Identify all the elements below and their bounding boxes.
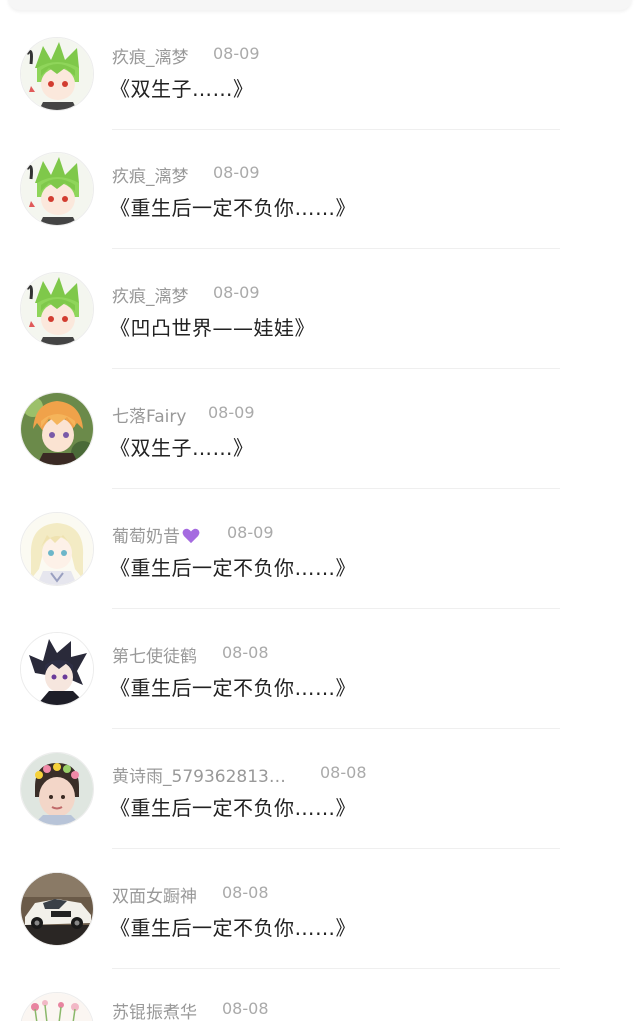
divider <box>112 728 560 729</box>
comment-username[interactable]: 七落Fairy <box>112 402 186 427</box>
comment-item[interactable]: 疚痕_漓梦 08-09 《重生后一定不负你……》 <box>0 140 640 260</box>
comment-username[interactable]: 黄诗雨_579362813… <box>112 762 286 787</box>
comment-date: 08-09 <box>213 163 260 182</box>
comment-username[interactable]: 双面女蹰神 <box>112 882 197 907</box>
comment-item[interactable]: 疚痕_漓梦 08-09 《凹凸世界——娃娃》 <box>0 260 640 380</box>
comment-text: 《重生后一定不负你……》 <box>110 556 356 580</box>
comment-text: 《重生后一定不负你……》 <box>110 916 356 940</box>
divider <box>112 488 560 489</box>
divider <box>112 848 560 849</box>
green-hair-anime-avatar[interactable] <box>20 37 94 111</box>
comment-date: 08-09 <box>208 403 255 422</box>
comment-date: 08-08 <box>222 999 269 1018</box>
flowers-avatar[interactable] <box>20 992 94 1021</box>
comment-text: 《双生子……》 <box>110 436 254 460</box>
comment-username-text: 葡萄奶昔 <box>112 527 180 547</box>
comment-username[interactable]: 第七使徒鹤 <box>112 642 197 667</box>
divider <box>112 968 560 969</box>
comment-item[interactable]: 葡萄奶昔 08-09 《重生后一定不负你……》 <box>0 500 640 620</box>
comment-username[interactable]: 苏锟振煮华 <box>112 998 197 1021</box>
divider <box>112 248 560 249</box>
race-car-avatar[interactable] <box>20 872 94 946</box>
comment-item[interactable]: 疚痕_漓梦 08-09 《双生子……》 <box>0 20 640 140</box>
dark-hair-anime-avatar[interactable] <box>20 632 94 706</box>
top-bar-panel <box>8 0 632 10</box>
comment-item[interactable]: 七落Fairy 08-09 《双生子……》 <box>0 380 640 500</box>
comment-item[interactable]: 黄诗雨_579362813… 08-08 《重生后一定不负你……》 <box>0 740 640 860</box>
green-hair-anime-avatar[interactable] <box>20 152 94 226</box>
comment-date: 08-08 <box>222 643 269 662</box>
comment-text: 《双生子……》 <box>110 77 254 101</box>
comment-item[interactable]: 双面女蹰神 08-08 《重生后一定不负你……》 <box>0 860 640 980</box>
comment-username[interactable]: 疚痕_漓梦 <box>112 43 189 68</box>
comment-date: 08-08 <box>320 763 367 782</box>
divider <box>112 129 560 130</box>
comment-username[interactable]: 疚痕_漓梦 <box>112 282 189 307</box>
blonde-anime-girl-avatar[interactable] <box>20 512 94 586</box>
top-bar <box>0 0 640 12</box>
divider <box>112 608 560 609</box>
green-hair-anime-avatar[interactable] <box>20 272 94 346</box>
comment-username[interactable]: 葡萄奶昔 <box>112 522 200 547</box>
orange-hair-anime-avatar[interactable] <box>20 392 94 466</box>
comment-date: 08-09 <box>213 283 260 302</box>
comment-text: 《重生后一定不负你……》 <box>110 796 356 820</box>
comment-item[interactable]: 第七使徒鹤 08-08 《重生后一定不负你……》 <box>0 620 640 740</box>
comment-username[interactable]: 疚痕_漓梦 <box>112 162 189 187</box>
comment-date: 08-08 <box>222 883 269 902</box>
purple-heart-icon <box>182 528 200 544</box>
child-flower-crown-avatar[interactable] <box>20 752 94 826</box>
comment-date: 08-09 <box>213 44 260 63</box>
comment-text: 《重生后一定不负你……》 <box>110 196 356 220</box>
comment-text: 《凹凸世界——娃娃》 <box>110 316 315 340</box>
comment-item[interactable]: 苏锟振煮华 08-08 <box>0 980 640 1021</box>
comment-text: 《重生后一定不负你……》 <box>110 676 356 700</box>
comment-date: 08-09 <box>227 523 274 542</box>
divider <box>112 368 560 369</box>
